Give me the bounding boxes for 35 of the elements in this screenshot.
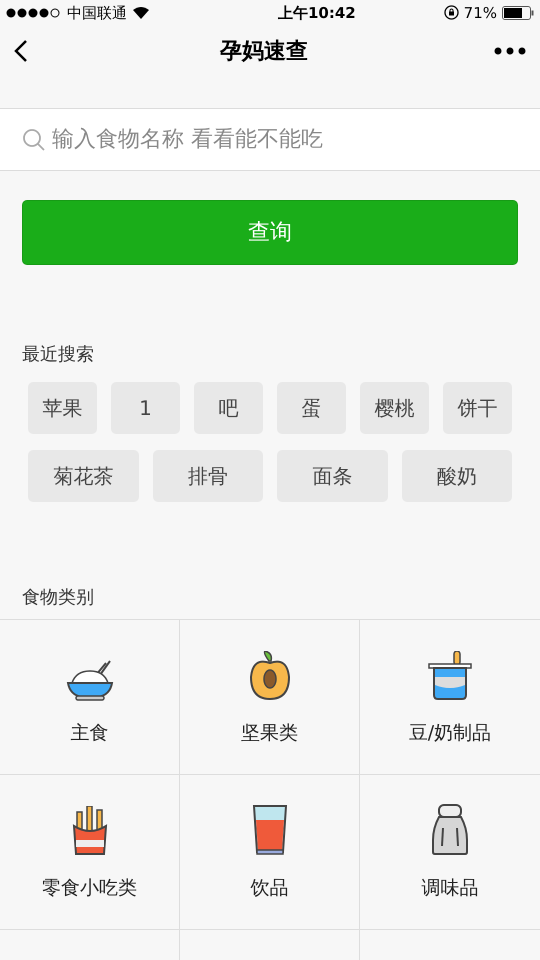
wifi-icon bbox=[132, 6, 150, 20]
battery-icon bbox=[502, 6, 534, 20]
section-heading: 食物类别 bbox=[22, 587, 94, 608]
category-tile[interactable]: 调味品 bbox=[360, 775, 540, 930]
juice-glass-icon bbox=[252, 804, 288, 856]
category-tile[interactable]: 零食小吃类 bbox=[0, 775, 180, 930]
rotation-lock-icon bbox=[444, 5, 459, 20]
search-tag[interactable]: 苹果 bbox=[28, 382, 97, 434]
salt-shaker-icon bbox=[431, 804, 469, 856]
signal-icon bbox=[6, 8, 62, 18]
more-icon bbox=[494, 47, 526, 56]
carrier-name: 中国联通 bbox=[67, 2, 127, 24]
category-tile[interactable]: 豆/奶制品 bbox=[360, 620, 540, 775]
battery-percent: 71% bbox=[464, 2, 497, 24]
status-time: 上午10:42 bbox=[276, 2, 356, 24]
search-tag[interactable]: 1 bbox=[111, 382, 180, 434]
apricot-icon bbox=[248, 650, 290, 701]
search-tag[interactable]: 蛋 bbox=[277, 382, 346, 434]
category-tile[interactable]: 主食 bbox=[0, 620, 180, 775]
page-title: 孕妈速查 bbox=[220, 38, 308, 66]
section-heading: 最近搜索 bbox=[22, 344, 94, 365]
search-tag[interactable]: 饼干 bbox=[443, 382, 512, 434]
french-fries-icon bbox=[72, 806, 108, 856]
search-tag[interactable]: 排骨 bbox=[152, 450, 263, 502]
category-tile[interactable]: 饮品 bbox=[180, 775, 360, 930]
search-tag[interactable]: 菊花茶 bbox=[28, 450, 138, 502]
search-tag[interactable]: 面条 bbox=[277, 450, 388, 502]
search-field[interactable]: 输入食物名称 看看能不能吃 bbox=[0, 108, 540, 171]
search-tag[interactable]: 吧 bbox=[194, 382, 263, 434]
search-tag[interactable]: 酸奶 bbox=[402, 450, 512, 502]
search-tag[interactable]: 樱桃 bbox=[360, 382, 429, 434]
category-tile[interactable]: 坚果类 bbox=[180, 620, 360, 775]
back-icon bbox=[14, 39, 28, 64]
rice-bowl-icon bbox=[66, 658, 114, 701]
yogurt-cup-icon bbox=[428, 650, 472, 701]
